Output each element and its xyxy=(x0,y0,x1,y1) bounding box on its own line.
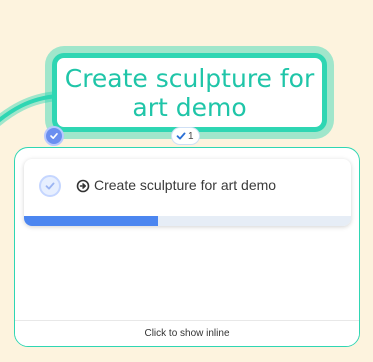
show-inline-button[interactable]: Click to show inline xyxy=(15,320,359,346)
show-inline-label: Click to show inline xyxy=(144,328,230,339)
mindmap-node[interactable]: Create sculpture for art demo xyxy=(52,53,327,132)
task-count: 1 xyxy=(188,130,194,142)
task-link-icon xyxy=(76,179,90,193)
node-complete-check-icon[interactable] xyxy=(44,126,64,146)
task-progress-bar xyxy=(24,216,351,226)
checkmark-icon xyxy=(176,132,186,140)
task-count-badge[interactable]: 1 xyxy=(171,127,200,145)
task-card[interactable]: Create sculpture for art demo xyxy=(24,159,351,226)
tasks-panel: Create sculpture for art demo Click to s… xyxy=(14,147,360,347)
task-progress-fill xyxy=(24,216,159,226)
task-title: Create sculpture for art demo xyxy=(94,177,277,193)
node-title[interactable]: Create sculpture for art demo xyxy=(57,64,322,122)
task-complete-check-icon[interactable] xyxy=(39,175,61,197)
